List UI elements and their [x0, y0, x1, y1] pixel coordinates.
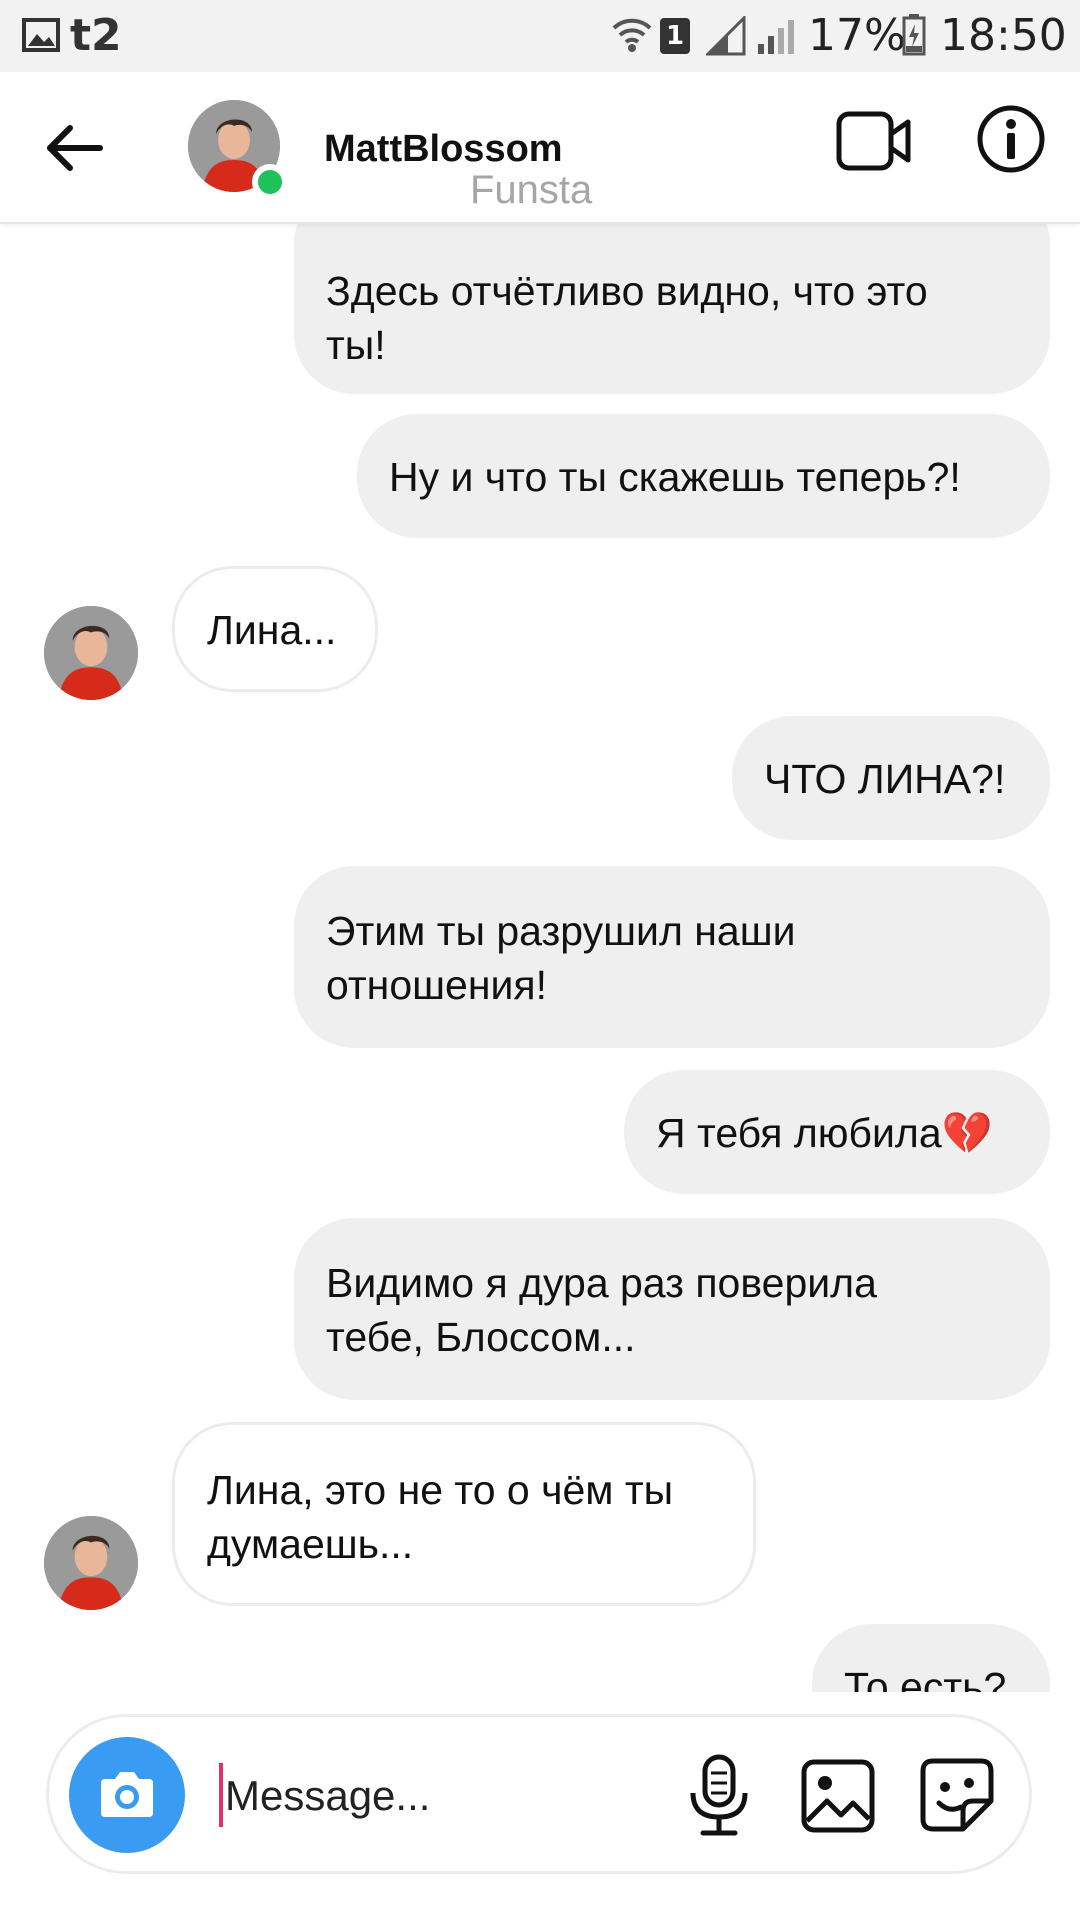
message-line: Этим ты разрушил наши	[326, 908, 796, 954]
message-line: отношения!	[326, 962, 547, 1008]
microphone-icon	[690, 1754, 748, 1836]
battery-icon	[902, 14, 926, 56]
incoming-message[interactable]: Лина...	[172, 566, 378, 692]
wifi-icon	[612, 18, 652, 52]
image-icon	[801, 1759, 875, 1833]
sim-slot-number: 1	[665, 21, 685, 51]
message-composer	[46, 1714, 1032, 1874]
message-line: Лина, это не то о чём ты	[207, 1467, 674, 1513]
back-button[interactable]	[36, 108, 116, 188]
message-line: думаешь...	[207, 1521, 414, 1567]
video-call-button[interactable]	[836, 110, 912, 174]
battery-percent: 17%	[808, 10, 906, 61]
incoming-message[interactable]: Лина, это не то о чём ты думаешь...	[172, 1422, 756, 1606]
signal-strength-2-icon	[758, 20, 794, 54]
message-text: Лина...	[207, 607, 337, 653]
image-notification-icon	[22, 18, 60, 52]
message-input[interactable]	[219, 1761, 689, 1831]
outgoing-message[interactable]: Видимо я дура раз поверила тебе, Блоссом…	[294, 1218, 1050, 1400]
message-text: ЧТО ЛИНА?!	[764, 756, 1006, 802]
profile-avatar[interactable]	[188, 100, 288, 200]
contact-subtitle: Funsta	[470, 168, 593, 212]
avatar-photo	[44, 1516, 138, 1610]
outgoing-message[interactable]: Ну и что ты скажешь теперь?!	[357, 414, 1050, 538]
text-cursor	[219, 1763, 223, 1827]
contact-username[interactable]: MattBlossom	[324, 128, 563, 171]
sticker-button[interactable]	[917, 1755, 997, 1835]
avatar-photo	[44, 606, 138, 700]
camera-icon	[101, 1772, 153, 1817]
message-line: тебе, Блоссом...	[326, 1314, 636, 1360]
outgoing-message[interactable]: ЧТО ЛИНА?!	[732, 716, 1050, 840]
status-bar: t2 1 17% 18:50	[0, 0, 1080, 72]
arrow-left-icon	[47, 125, 103, 171]
contact-avatar[interactable]	[44, 1516, 138, 1610]
message-text: Ну и что ты скажешь теперь?!	[389, 454, 961, 500]
carrier-name: t2	[70, 10, 122, 61]
outgoing-message[interactable]: Этим ты разрушил наши отношения!	[294, 866, 1050, 1048]
message-line: Видимо я дура раз поверила	[326, 1260, 877, 1306]
voice-message-button[interactable]	[679, 1753, 759, 1839]
outgoing-message[interactable]: Я тебя любила💔	[624, 1070, 1050, 1194]
camera-button[interactable]	[69, 1737, 185, 1853]
chat-header: MattBlossom Funsta	[0, 72, 1080, 224]
video-camera-icon	[836, 111, 911, 171]
clock: 18:50	[940, 10, 1067, 61]
online-status-dot	[252, 164, 288, 200]
gallery-button[interactable]	[799, 1757, 877, 1835]
message-list[interactable]: Здесь отчётливо видно, что это ты! Ну и …	[0, 224, 1080, 1692]
contact-avatar[interactable]	[44, 606, 138, 700]
message-text: Я тебя любила💔	[656, 1110, 993, 1156]
info-icon	[977, 105, 1045, 173]
outgoing-message[interactable]: То есть?	[812, 1624, 1050, 1692]
message-text: То есть?	[844, 1664, 1007, 1692]
message-line: Здесь отчётливо видно, что это	[326, 268, 928, 314]
info-button[interactable]	[976, 104, 1046, 174]
sticker-icon	[920, 1758, 994, 1832]
outgoing-message[interactable]: Здесь отчётливо видно, что это ты!	[294, 224, 1050, 394]
signal-strength-icon	[706, 16, 746, 56]
sim-slot-badge: 1	[660, 18, 690, 54]
message-line: ты!	[326, 322, 386, 368]
